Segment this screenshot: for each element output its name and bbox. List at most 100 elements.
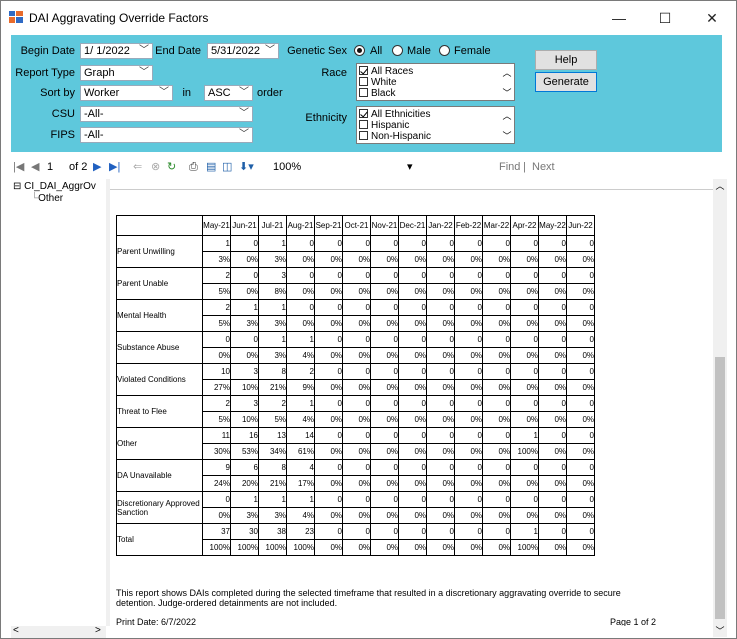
count-cell: 0 — [510, 235, 539, 252]
scroll-down-icon[interactable]: ﹀ — [713, 624, 727, 637]
count-cell: 0 — [454, 331, 483, 348]
ethnicity-listbox[interactable]: All Ethnicities Hispanic Non-Hispanic ︿ ﹀ — [356, 106, 515, 144]
report-type-label: Report Type — [15, 67, 75, 79]
count-cell: 0 — [482, 235, 511, 252]
page-indicator: Page 1 of 2 — [610, 617, 657, 626]
percent-cell: 0% — [454, 475, 483, 492]
count-cell: 0 — [510, 363, 539, 380]
percent-cell: 0% — [398, 411, 427, 428]
sort-by-select[interactable]: Worker ﹀ — [80, 85, 173, 101]
count-cell: 0 — [538, 395, 567, 412]
race-item-black[interactable]: Black — [359, 88, 395, 99]
count-cell: 0 — [370, 491, 399, 508]
stop-icon[interactable]: ⊗ — [151, 159, 160, 175]
previous-page-icon[interactable]: ◀ — [31, 159, 39, 175]
sex-all-radio[interactable] — [354, 45, 365, 56]
find-next-link[interactable]: Next — [532, 159, 555, 175]
tree-horizontal-scrollbar[interactable]: < > — [11, 625, 106, 638]
tree-root[interactable]: ⊟ CI_DAI_AggrOv — [13, 181, 96, 192]
scroll-thumb[interactable] — [715, 357, 725, 619]
percent-cell: 3% — [258, 347, 287, 364]
scroll-down-icon[interactable]: ﹀ — [500, 129, 514, 142]
row-label: Parent Unwilling — [116, 235, 203, 268]
collapse-icon[interactable]: ⊟ — [13, 181, 21, 192]
count-cell: 0 — [538, 363, 567, 380]
count-cell: 0 — [398, 427, 427, 444]
race-listbox-scrollbar[interactable]: ︿ ﹀ — [500, 64, 514, 100]
last-page-icon[interactable]: ▶| — [109, 159, 120, 175]
chevron-down-icon[interactable]: ▾ — [407, 159, 413, 175]
report-table: May-21 Jun-21 Jul-21 Aug-21 Sep-21 Oct-21 Nov-… — [116, 215, 595, 556]
race-item-white[interactable]: White — [359, 77, 397, 88]
page-setup-icon[interactable]: ◫ — [222, 159, 232, 175]
report-vertical-scrollbar[interactable]: ︿ ﹀ — [713, 179, 727, 637]
ethnicity-listbox-scrollbar[interactable]: ︿ ﹀ — [500, 107, 514, 143]
scroll-up-icon[interactable]: ︿ — [500, 66, 514, 79]
count-cell: 0 — [370, 363, 399, 380]
checkbox-icon — [359, 131, 368, 140]
print-icon[interactable]: ⎙ — [189, 159, 198, 175]
ethnicity-item-non-hispanic[interactable]: Non-Hispanic — [359, 131, 431, 142]
count-cell: 0 — [482, 299, 511, 316]
count-cell: 0 — [510, 491, 539, 508]
race-item-all[interactable]: All Races — [359, 66, 413, 77]
zoom-select[interactable]: 100% — [273, 159, 301, 175]
count-cell: 0 — [398, 363, 427, 380]
count-cell: 0 — [314, 395, 343, 412]
ethnicity-item-hispanic[interactable]: Hispanic — [359, 120, 409, 131]
tree-item-other[interactable]: └Other — [31, 193, 63, 204]
next-page-icon[interactable]: ▶ — [93, 159, 101, 175]
count-cell: 0 — [398, 491, 427, 508]
sex-male-label: Male — [407, 45, 431, 57]
current-page-field[interactable]: 1 — [47, 159, 53, 175]
end-date-picker[interactable]: 5/31/2022 ﹀ — [207, 43, 279, 59]
percent-cell: 0% — [426, 283, 455, 300]
percent-cell: 4% — [286, 507, 315, 524]
scroll-up-icon[interactable]: ︿ — [713, 179, 727, 192]
percent-cell: 0% — [342, 379, 371, 396]
minimize-button[interactable]: — — [596, 1, 642, 35]
csu-select[interactable]: -All- ﹀ — [80, 106, 253, 122]
sex-male-radio[interactable] — [392, 45, 403, 56]
order-select[interactable]: ASC ﹀ — [204, 85, 253, 101]
count-cell: 0 — [314, 363, 343, 380]
sex-female-radio[interactable] — [439, 45, 450, 56]
scroll-right-icon[interactable]: > — [95, 625, 101, 636]
begin-date-picker[interactable]: 1/ 1/2022 ﹀ — [80, 43, 153, 59]
count-cell: 3 — [230, 395, 259, 412]
print-layout-icon[interactable]: ▤ — [206, 159, 216, 175]
count-cell: 0 — [454, 395, 483, 412]
race-listbox[interactable]: All Races White Black ︿ ﹀ — [356, 63, 515, 101]
generate-button[interactable]: Generate — [535, 72, 597, 92]
scroll-left-icon[interactable]: < — [13, 625, 19, 636]
count-cell: 11 — [202, 427, 231, 444]
scroll-down-icon[interactable]: ﹀ — [500, 86, 514, 99]
count-cell: 0 — [342, 491, 371, 508]
percent-cell: 0% — [566, 411, 595, 428]
close-button[interactable]: ✕ — [689, 1, 735, 35]
table-row: DA Unavailable 9 6 8 4 0 0 0 0 0 0 0 0 0 0 — [116, 459, 595, 492]
first-page-icon[interactable]: |◀ — [13, 159, 24, 175]
begin-date-label: Begin Date — [20, 45, 75, 57]
percent-cell: 0% — [482, 507, 511, 524]
count-cell: 0 — [482, 331, 511, 348]
month-header: Jun-22 — [566, 215, 595, 236]
back-icon[interactable]: ⇐ — [133, 159, 142, 175]
refresh-icon[interactable]: ↻ — [167, 159, 176, 175]
end-date-value: 5/31/2022 — [211, 45, 260, 57]
report-type-select[interactable]: Graph ﹀ — [80, 65, 153, 81]
count-cell: 0 — [538, 491, 567, 508]
scroll-up-icon[interactable]: ︿ — [500, 109, 514, 122]
find-link[interactable]: Find — [499, 159, 520, 175]
percent-cell: 0% — [314, 283, 343, 300]
ethnicity-item-all[interactable]: All Ethnicities — [359, 109, 430, 120]
count-cell: 0 — [286, 299, 315, 316]
fips-select[interactable]: -All- ﹀ — [80, 127, 253, 143]
maximize-button[interactable]: ☐ — [642, 1, 688, 35]
ethnicity-item-label: All Ethnicities — [371, 109, 431, 120]
count-cell: 0 — [482, 395, 511, 412]
export-icon[interactable]: ⬇▾ — [239, 159, 254, 175]
help-button[interactable]: Help — [535, 50, 597, 70]
count-cell: 0 — [370, 427, 399, 444]
count-cell: 0 — [566, 235, 595, 252]
